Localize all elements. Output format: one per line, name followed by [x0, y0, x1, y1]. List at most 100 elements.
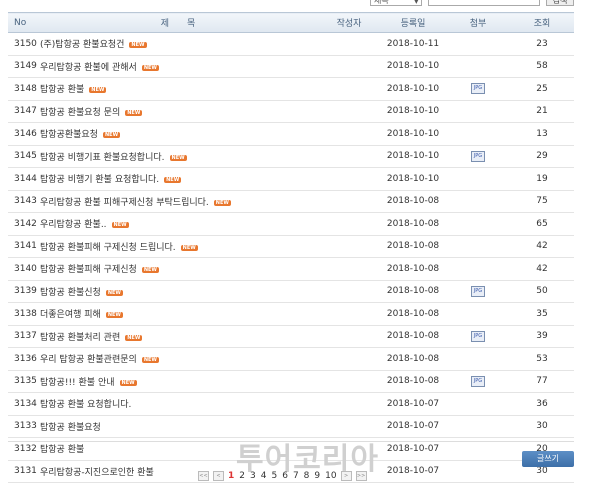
search-field-select[interactable]: 제목 ▼	[370, 0, 422, 6]
table-row[interactable]: 3142 우리탑항공 환불.. NEW 2018-10-08 65	[8, 212, 574, 236]
row-title-cell: 탑항공!!! 환불 안내 NEW	[38, 370, 318, 393]
row-views: 30	[510, 415, 574, 438]
row-title-link[interactable]: 탑항공 환불처리 관련	[40, 333, 120, 343]
row-title-cell: 우리탑항공 환불.. NEW	[38, 212, 318, 236]
new-badge: NEW	[141, 267, 159, 274]
table-row[interactable]: 3138 더좋은여행 피해 NEW 2018-10-08 35	[8, 302, 574, 326]
search-button[interactable]: 검색	[546, 0, 574, 6]
row-title-link[interactable]: 우리 탑항공 환불관련문의	[40, 355, 137, 365]
page-link[interactable]: 7	[293, 471, 299, 481]
search-input[interactable]	[428, 0, 540, 6]
page-link[interactable]: 6	[282, 471, 288, 481]
row-views: 39	[510, 325, 574, 348]
next-page-button[interactable]: >	[340, 471, 352, 481]
row-date: 2018-10-08	[380, 370, 446, 393]
table-row[interactable]: 3146 탑항공환불요청 NEW 2018-10-10 13	[8, 122, 574, 146]
row-title-cell: 탑항공 비행기표 환불요청합니다. NEW	[38, 145, 318, 168]
row-title-link[interactable]: 우리탑항공 환불..	[40, 220, 107, 230]
header-author: 작성자	[318, 12, 380, 33]
row-no: 3150	[8, 32, 38, 56]
row-title-link[interactable]: 더좋은여행 피해	[40, 310, 101, 320]
row-title-cell: 탑항공 환불 요청합니다.	[38, 392, 318, 416]
row-attach	[446, 302, 510, 326]
row-title-link[interactable]: 탑항공 비행기 환불 요청합니다.	[40, 175, 159, 185]
table-row[interactable]: 3140 탑항공 환불피해 구제신청 NEW 2018-10-08 42	[8, 257, 574, 281]
table-row[interactable]: 3150 (주)탑항공 환불요청건 NEW 2018-10-11 23	[8, 32, 574, 56]
row-title-link[interactable]: 우리탑항공 환불 피해구제신청 부탁드립니다.	[40, 198, 209, 208]
row-author	[318, 212, 380, 236]
row-title-link[interactable]: 탑항공 환불피해 구제신청	[40, 265, 137, 275]
row-title-link[interactable]: 탑항공 환불	[40, 85, 84, 95]
image-file-icon[interactable]: JPG	[471, 150, 485, 162]
table-row[interactable]: 3137 탑항공 환불처리 관련 NEW 2018-10-08 JPG 39	[8, 325, 574, 348]
row-author	[318, 347, 380, 371]
row-attach	[446, 415, 510, 438]
first-page-button[interactable]: <<	[198, 471, 209, 481]
row-attach: JPG	[446, 77, 510, 101]
page-link[interactable]: 4	[261, 471, 267, 481]
row-date: 2018-10-08	[380, 302, 446, 326]
page-link[interactable]: 3	[250, 471, 256, 481]
page-link[interactable]: 1	[228, 471, 234, 481]
table-row[interactable]: 3149 우리탑항공 환불에 관해서 NEW 2018-10-10 58	[8, 55, 574, 78]
row-no: 3142	[8, 212, 38, 236]
page-link[interactable]: 10	[325, 471, 336, 481]
page-link[interactable]: 8	[304, 471, 310, 481]
table-row[interactable]: 3139 탑항공 환불신청 NEW 2018-10-08 JPG 50	[8, 280, 574, 303]
row-author	[318, 122, 380, 146]
table-row[interactable]: 3148 탑항공 환불 NEW 2018-10-10 JPG 25	[8, 77, 574, 101]
row-title-link[interactable]: 탑항공!!! 환불 안내	[40, 378, 115, 388]
row-attach	[446, 122, 510, 146]
row-views: 75	[510, 190, 574, 213]
row-views: 42	[510, 235, 574, 258]
write-button[interactable]: 글쓰기	[522, 451, 574, 467]
row-title-cell: 탑항공 환불신청 NEW	[38, 280, 318, 303]
row-date: 2018-10-08	[380, 257, 446, 281]
page-link[interactable]: 5	[271, 471, 277, 481]
row-title-link[interactable]: 우리탑항공-지진으로인한 환불	[40, 468, 154, 478]
new-badge: NEW	[129, 42, 147, 49]
table-row[interactable]: 3141 탑항공 환불피해 구제신청 드립니다. NEW 2018-10-08 42	[8, 235, 574, 258]
image-file-icon[interactable]: JPG	[471, 330, 485, 342]
row-title-link[interactable]: 탑항공 환불피해 구제신청 드립니다.	[40, 243, 176, 253]
row-title-link[interactable]: 탑항공환불요청	[40, 130, 98, 140]
row-title-link[interactable]: 탑항공 환불요청	[40, 423, 101, 433]
row-title-link[interactable]: (주)탑항공 환불요청건	[40, 40, 124, 50]
header-title: 제 목	[38, 12, 318, 33]
table-row[interactable]: 3134 탑항공 환불 요청합니다. 2018-10-07 36	[8, 392, 574, 416]
row-title-link[interactable]: 우리탑항공 환불에 관해서	[40, 63, 137, 73]
row-author	[318, 235, 380, 258]
row-title-link[interactable]: 탑항공 환불요청 문의	[40, 108, 120, 118]
image-file-icon[interactable]: JPG	[471, 375, 485, 387]
table-row[interactable]: 3143 우리탑항공 환불 피해구제신청 부탁드립니다. NEW 2018-10-08…	[8, 190, 574, 213]
table-row[interactable]: 3145 탑항공 비행기표 환불요청합니다. NEW 2018-10-10 JPG 29	[8, 145, 574, 168]
pagination: << < 1 2 3 4 5 6 7 8 9 10 > >>	[198, 470, 367, 482]
row-no: 3136	[8, 347, 38, 371]
row-date: 2018-10-07	[380, 415, 446, 438]
prev-page-button[interactable]: <	[213, 471, 224, 481]
chevron-down-icon: ▼	[413, 0, 419, 5]
row-no: 3131	[8, 460, 38, 483]
table-row[interactable]: 3136 우리 탑항공 환불관련문의 NEW 2018-10-08 53	[8, 347, 574, 371]
row-no: 3137	[8, 325, 38, 348]
table-row[interactable]: 3135 탑항공!!! 환불 안내 NEW 2018-10-08 JPG 77	[8, 370, 574, 393]
row-title-link[interactable]: 탑항공 환불신청	[40, 288, 101, 298]
last-page-button[interactable]: >>	[355, 471, 367, 481]
page-link[interactable]: 9	[314, 471, 320, 481]
table-row[interactable]: 3147 탑항공 환불요청 문의 NEW 2018-10-10 21	[8, 100, 574, 123]
new-badge: NEW	[105, 289, 123, 296]
row-author	[318, 32, 380, 56]
row-title-link[interactable]: 탑항공 환불	[40, 445, 84, 455]
row-title-link[interactable]: 탑항공 환불 요청합니다.	[40, 400, 131, 410]
row-date: 2018-10-08	[380, 280, 446, 303]
row-attach	[446, 212, 510, 236]
image-file-icon[interactable]: JPG	[471, 83, 485, 95]
table-row[interactable]: 3144 탑항공 비행기 환불 요청합니다. NEW 2018-10-10 19	[8, 167, 574, 191]
row-author	[318, 257, 380, 281]
image-file-icon[interactable]: JPG	[471, 285, 485, 297]
row-views: 21	[510, 100, 574, 123]
page-link[interactable]: 2	[239, 471, 245, 481]
row-title-link[interactable]: 탑항공 비행기표 환불요청합니다.	[40, 153, 165, 163]
row-attach	[446, 55, 510, 78]
new-badge: NEW	[105, 312, 123, 319]
